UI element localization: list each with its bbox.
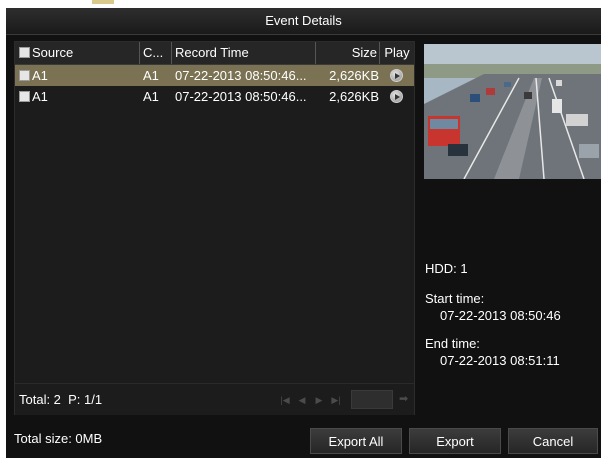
page-number-input[interactable] — [351, 390, 393, 409]
row-source: A1 — [19, 65, 137, 86]
row-source-label: A1 — [32, 68, 48, 83]
export-button[interactable]: Export — [409, 428, 501, 454]
header-source-label: Source — [32, 45, 74, 60]
next-page-icon[interactable]: ▶ — [313, 394, 325, 406]
first-page-icon[interactable]: |◀ — [279, 394, 291, 406]
event-list-panel: Source C... Record Time Size Play A1 A1 … — [14, 41, 415, 415]
play-icon[interactable] — [390, 90, 403, 103]
export-all-button[interactable]: Export All — [310, 428, 402, 454]
pager-bar: Total: 2 P: 1/1 |◀ ◀ ▶ ▶| ➡ — [15, 383, 414, 415]
end-time-label: End time: — [425, 336, 480, 351]
row-source-label: A1 — [32, 89, 48, 104]
header-play: Play — [384, 45, 410, 60]
hdd-info: HDD: 1 — [425, 261, 468, 276]
table-header: Source C... Record Time Size Play — [15, 42, 414, 65]
total-size-label: Total size: 0MB — [14, 431, 103, 446]
start-time-value: 07-22-2013 08:50:46 — [440, 308, 561, 323]
table-row[interactable]: A1 A1 07-22-2013 08:50:46... 2,626KB — [15, 86, 414, 107]
row-record-time: 07-22-2013 08:50:46... — [175, 68, 307, 83]
go-arrow-icon[interactable]: ➡ — [399, 392, 408, 405]
cancel-button[interactable]: Cancel — [508, 428, 598, 454]
play-icon[interactable] — [390, 69, 403, 82]
last-page-icon[interactable]: ▶| — [330, 394, 342, 406]
dialog-title: Event Details — [6, 8, 601, 35]
row-channel: A1 — [143, 89, 159, 104]
row-record-time: 07-22-2013 08:50:46... — [175, 89, 307, 104]
row-size: 2,626KB — [329, 89, 379, 104]
prev-page-icon[interactable]: ◀ — [296, 394, 308, 406]
header-size[interactable]: Size — [317, 42, 377, 64]
header-source[interactable]: Source — [19, 42, 137, 64]
table-row[interactable]: A1 A1 07-22-2013 08:50:46... 2,626KB — [15, 65, 414, 86]
row-checkbox[interactable] — [19, 70, 30, 81]
header-record-time[interactable]: Record Time — [175, 42, 313, 64]
row-channel: A1 — [143, 68, 159, 83]
end-time-value: 07-22-2013 08:51:11 — [440, 353, 560, 368]
select-all-checkbox[interactable] — [19, 47, 30, 58]
row-checkbox[interactable] — [19, 91, 30, 102]
partial-label-glyph — [92, 0, 114, 4]
row-source: A1 — [19, 86, 137, 107]
pager-summary: Total: 2 P: 1/1 — [19, 392, 103, 407]
highway-preview-image — [424, 44, 601, 179]
window-top-edge — [0, 0, 601, 8]
start-time-label: Start time: — [425, 291, 485, 306]
event-details-dialog: Event Details Source C... Record Time Si… — [6, 8, 601, 458]
header-channel[interactable]: C... — [143, 42, 169, 64]
video-preview — [424, 44, 601, 179]
row-size: 2,626KB — [329, 68, 379, 83]
